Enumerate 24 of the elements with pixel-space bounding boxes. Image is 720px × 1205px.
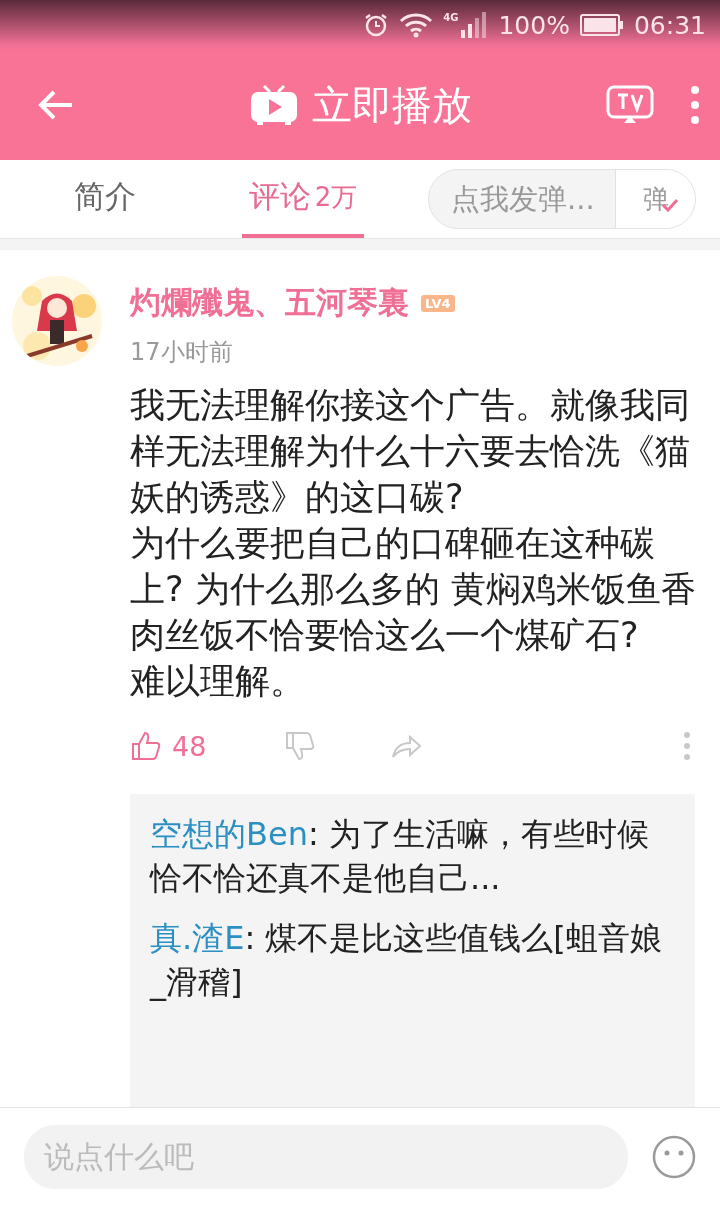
level-badge: LV4: [421, 294, 455, 312]
thumbs-down-icon[interactable]: [284, 730, 317, 762]
reply-author[interactable]: 真.渣E: [150, 919, 245, 957]
comment-text: 我无法理解你接这个广告。就像我同样无法理解为什么十六要去恰洗《猫妖的诱惑》的这口碳? 为什么要把自己的口碑砸在这种碳上? 为什么那么多的 黄焖鸡米饭鱼香肉丝饭不恰要恰这么一个煤矿石? 难以理解。: [130, 384, 696, 703]
more-icon[interactable]: [690, 85, 700, 125]
reply-text[interactable]: 真.渣E: 煤不是比这些值钱么[蛆音娘_滑稽]: [150, 916, 675, 1004]
reply-author[interactable]: 空想的Ben: [150, 815, 308, 853]
comment-time: 17小时前: [130, 337, 234, 368]
tv-logo-icon: [250, 84, 298, 126]
reply-text[interactable]: 空想的Ben: 为了生活嘛，有些时候恰不恰还真不是他自己...: [150, 812, 675, 900]
thumbs-up-icon: [130, 730, 162, 762]
header-title: 立即播放: [312, 80, 472, 130]
clock: 06:31: [633, 10, 706, 40]
danmaku-field[interactable]: 点我发弹... 弹: [428, 169, 696, 229]
emoji-icon[interactable]: [652, 1134, 696, 1179]
battery-icon: [579, 14, 624, 36]
tab[interactable]: 简介: [40, 160, 170, 238]
wifi-icon: [399, 12, 434, 38]
battery-percent: 100%: [498, 10, 570, 40]
danmaku-send-button[interactable]: 弹: [615, 170, 695, 228]
tv-cast-icon[interactable]: [606, 85, 654, 125]
like-button[interactable]: 48: [130, 730, 207, 762]
comment-author[interactable]: 灼爛殲鬼、五河琴裏: [130, 282, 409, 324]
more-icon[interactable]: [682, 731, 692, 761]
